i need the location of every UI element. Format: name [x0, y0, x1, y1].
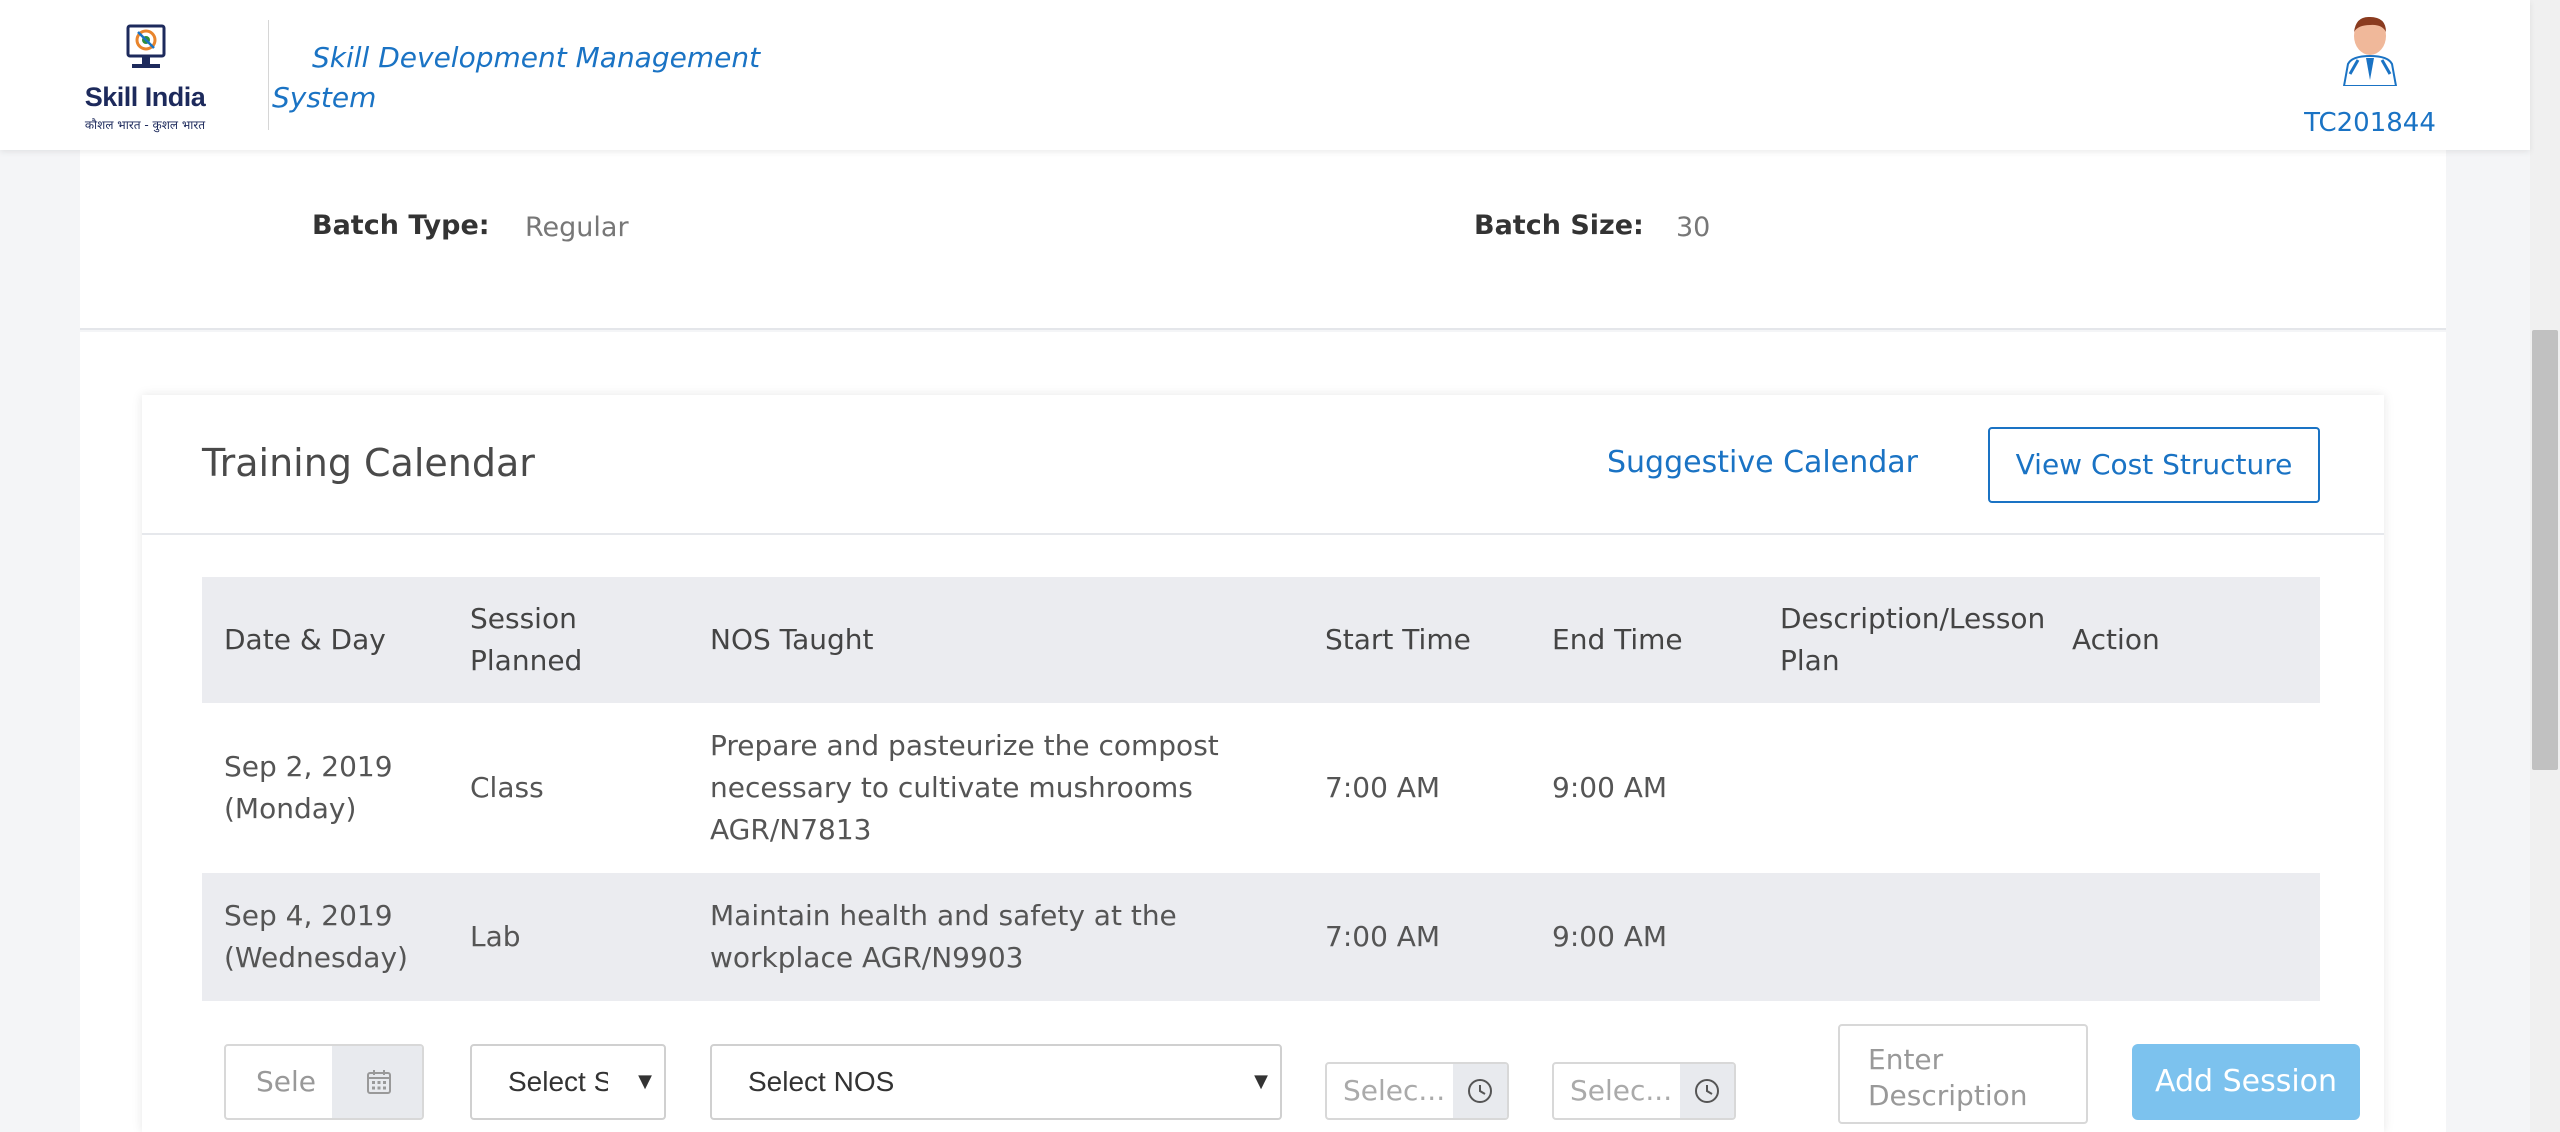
start-time-clock-button[interactable]: [1453, 1064, 1507, 1118]
training-calendar-title: Training Calendar: [202, 441, 535, 485]
start-time-input[interactable]: Selec...: [1325, 1062, 1509, 1120]
batch-type-label: Batch Type:: [312, 210, 490, 241]
row-date: Sep 2, 2019 (Monday): [224, 750, 393, 825]
column-date-day: Date & Day: [224, 623, 386, 656]
session-date-placeholder: Sele: [256, 1065, 317, 1098]
column-session-planned: Session Planned: [470, 602, 583, 677]
table-row: Sep 2, 2019 (Monday) Class Prepare and p…: [202, 703, 2320, 873]
scrollbar-thumb[interactable]: [2532, 330, 2558, 770]
clock-icon: [1695, 1079, 1719, 1103]
chevron-down-icon: ▼: [638, 1071, 652, 1092]
skill-india-logo-icon: [126, 24, 166, 68]
row-start-time: 7:00 AM: [1325, 771, 1441, 804]
user-avatar-icon[interactable]: [2338, 14, 2402, 86]
nos-select[interactable]: Select NOS ▼: [710, 1044, 1282, 1120]
clock-icon: [1468, 1079, 1492, 1103]
page-scrollbar[interactable]: [2530, 0, 2560, 1132]
row-nos: Prepare and pasteurize the compost neces…: [710, 729, 1219, 846]
training-calendar-card: Training Calendar Suggestive Calendar Vi…: [142, 395, 2384, 1132]
row-date: Sep 4, 2019 (Wednesday): [224, 899, 408, 974]
row-nos: Maintain health and safety at the workpl…: [710, 899, 1177, 974]
row-description: [1780, 873, 2050, 1001]
app-title: Skill Development Management System: [272, 41, 761, 114]
batch-size-value: 30: [1676, 212, 1711, 243]
row-session: Class: [470, 771, 544, 804]
session-type-select[interactable]: Select S ▼: [470, 1044, 666, 1120]
end-time-clock-button[interactable]: [1680, 1064, 1734, 1118]
batch-info-card: Batch Type: Regular Batch Size: 30: [80, 150, 2446, 330]
column-description: Description/Lesson Plan: [1780, 602, 2046, 677]
column-start-time: Start Time: [1325, 623, 1471, 656]
suggestive-calendar-link[interactable]: Suggestive Calendar: [1607, 445, 1918, 480]
row-action: [2072, 703, 2272, 873]
header-divider: [268, 20, 269, 130]
column-action: Action: [2072, 623, 2160, 656]
row-session: Lab: [470, 920, 521, 953]
view-cost-structure-button[interactable]: View Cost Structure: [1988, 427, 2320, 503]
logo-title: Skill India: [84, 82, 206, 112]
batch-size-label: Batch Size:: [1474, 210, 1644, 241]
skill-india-logo[interactable]: Skill India कौशल भारत - कुशल भारत: [80, 22, 210, 132]
column-end-time: End Time: [1552, 623, 1683, 656]
add-session-button[interactable]: Add Session: [2132, 1044, 2360, 1120]
logo-tagline: कौशल भारत - कुशल भारत: [84, 118, 206, 132]
session-date-input[interactable]: Sele: [224, 1044, 424, 1120]
row-end-time: 9:00 AM: [1552, 771, 1668, 804]
row-end-time: 9:00 AM: [1552, 920, 1668, 953]
chevron-down-icon: ▼: [1254, 1071, 1268, 1092]
calendar-icon: [367, 1070, 391, 1094]
calendar-button[interactable]: [332, 1046, 422, 1118]
table-header: Date & Day Session Planned NOS Taught St…: [202, 577, 2320, 703]
top-header: Skill India कौशल भारत - कुशल भारत Skill …: [0, 0, 2530, 150]
row-description: [1780, 703, 2050, 873]
nos-select-value: Select NOS: [748, 1066, 895, 1097]
training-calendar-header: Training Calendar Suggestive Calendar Vi…: [142, 395, 2384, 535]
user-id[interactable]: TC201844: [2300, 108, 2440, 138]
description-input[interactable]: Enter Description: [1838, 1024, 2088, 1124]
end-time-placeholder: Selec...: [1570, 1074, 1673, 1107]
batch-type-value: Regular: [525, 212, 629, 243]
session-type-value: Select S: [508, 1066, 608, 1097]
add-session-form: Sele Select S ▼ Select NOS ▼ Selec... Se…: [202, 1024, 2360, 1124]
row-start-time: 7:00 AM: [1325, 920, 1441, 953]
start-time-placeholder: Selec...: [1343, 1074, 1446, 1107]
row-action: [2072, 873, 2272, 1001]
end-time-input[interactable]: Selec...: [1552, 1062, 1736, 1120]
table-row: Sep 4, 2019 (Wednesday) Lab Maintain hea…: [202, 873, 2320, 1001]
column-nos-taught: NOS Taught: [710, 623, 874, 656]
